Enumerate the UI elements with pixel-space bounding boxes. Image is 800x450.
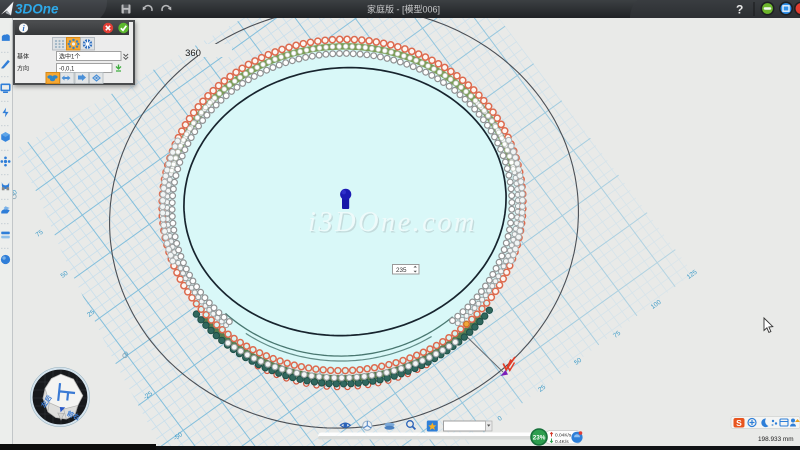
svg-text:235: 235 <box>396 267 407 274</box>
svg-text:S: S <box>736 418 742 428</box>
svg-text:?: ? <box>736 3 743 17</box>
svg-text:选中1个: 选中1个 <box>59 52 80 60</box>
svg-text:i3DOne.com: i3DOne.com <box>308 207 477 238</box>
svg-text:家庭版 - [模型006]: 家庭版 - [模型006] <box>367 4 440 15</box>
svg-text:基体: 基体 <box>17 52 29 60</box>
svg-text:0.4K/s: 0.4K/s <box>555 439 569 445</box>
svg-text:上: 上 <box>53 382 77 403</box>
svg-text:360: 360 <box>185 48 201 59</box>
svg-text:0.04K/s: 0.04K/s <box>555 433 572 439</box>
svg-text:23%: 23% <box>533 434 546 441</box>
svg-text:3DOne: 3DOne <box>15 2 59 17</box>
